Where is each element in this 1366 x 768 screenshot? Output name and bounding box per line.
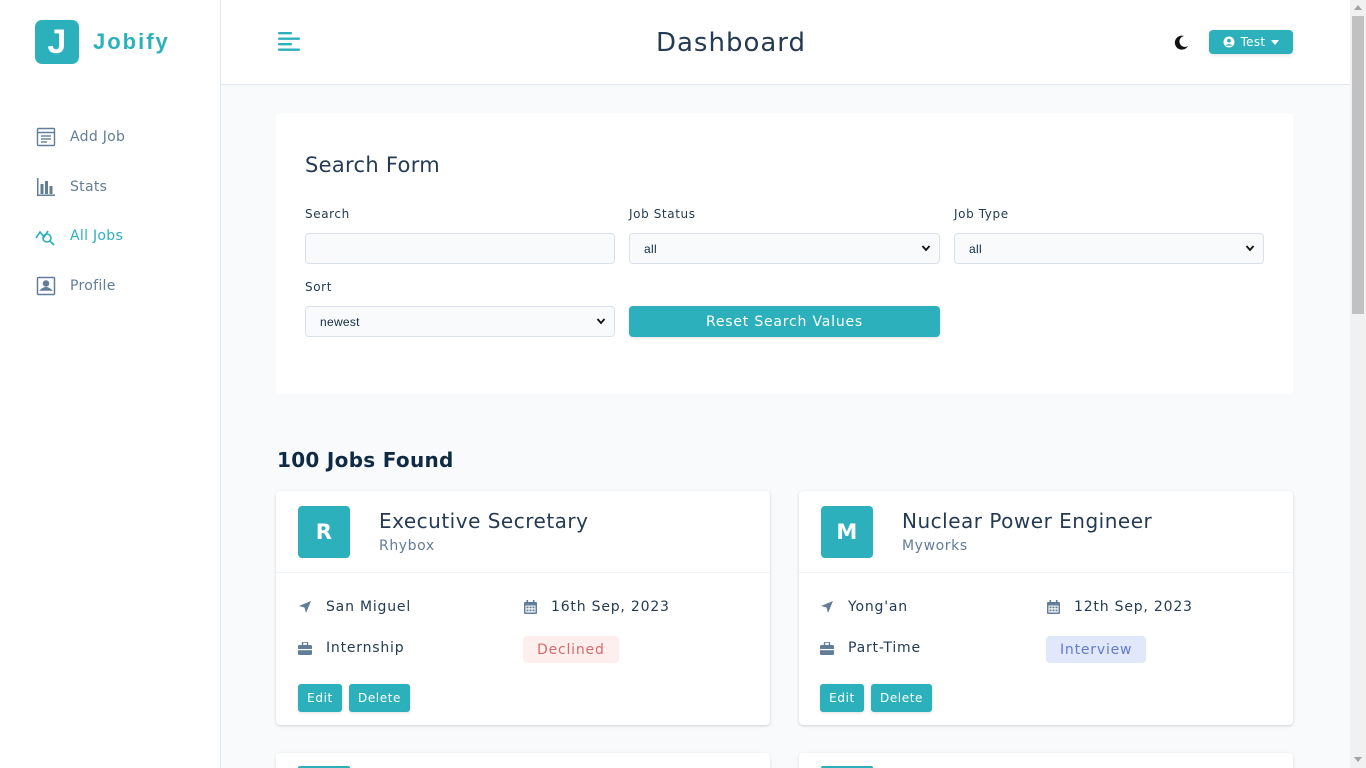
- all-jobs-icon: [35, 226, 56, 247]
- scroll-thumb[interactable]: [1352, 16, 1364, 314]
- job-date-text: 16th Sep, 2023: [551, 599, 670, 615]
- sort-value: newest: [320, 314, 360, 329]
- job-type: Internship: [298, 640, 404, 656]
- search-label: Search: [305, 207, 350, 221]
- sidebar-item-add-job[interactable]: Add Job: [35, 124, 125, 150]
- job-position: Executive Secretary: [379, 509, 589, 533]
- add-job-icon: [35, 127, 56, 148]
- job-position: Nuclear Power Engineer: [902, 509, 1153, 533]
- job-date: 16th Sep, 2023: [523, 599, 670, 615]
- job-type: Part-Time: [820, 640, 921, 656]
- sidebar-item-profile[interactable]: Profile: [35, 273, 125, 299]
- edit-button[interactable]: Edit: [820, 684, 864, 712]
- job-type-value: all: [969, 241, 982, 256]
- job-card: [799, 753, 1293, 768]
- location-arrow-icon: [298, 600, 312, 614]
- chevron-down-icon: [921, 245, 931, 252]
- job-type-text: Part-Time: [848, 640, 921, 656]
- job-type-label: Job Type: [954, 207, 1009, 221]
- job-card: R Executive Secretary Rhybox San Miguel …: [276, 491, 770, 725]
- job-location: Yong'an: [820, 599, 908, 615]
- sort-label: Sort: [305, 280, 332, 294]
- chevron-down-icon: [1245, 245, 1255, 252]
- status-badge: Interview: [1046, 636, 1147, 663]
- location-arrow-icon: [820, 600, 834, 614]
- delete-button[interactable]: Delete: [871, 684, 932, 712]
- sidebar-nav: Add Job Stats All Jobs Profile: [35, 124, 125, 322]
- user-name: Test: [1240, 35, 1266, 49]
- job-status-value: all: [644, 241, 657, 256]
- job-card-header: M Nuclear Power Engineer Myworks: [799, 491, 1293, 573]
- calendar-icon: [1046, 600, 1060, 614]
- edit-button[interactable]: Edit: [298, 684, 342, 712]
- search-form-title: Search Form: [305, 153, 441, 177]
- page-title: Dashboard: [655, 28, 807, 58]
- search-input[interactable]: [305, 233, 615, 264]
- caret-down-icon: [1271, 39, 1280, 45]
- logo-text: Jobify: [93, 29, 170, 54]
- user-circle-icon: [1223, 36, 1235, 48]
- sidebar-item-stats[interactable]: Stats: [35, 174, 125, 200]
- sort-select[interactable]: newest: [305, 306, 615, 337]
- job-company: Myworks: [902, 538, 968, 554]
- sidebar-item-label: Stats: [70, 178, 108, 195]
- status-badge: Declined: [523, 636, 619, 663]
- chevron-down-icon: [596, 318, 606, 325]
- job-date-text: 12th Sep, 2023: [1074, 599, 1193, 615]
- job-status-label: Job Status: [629, 207, 696, 221]
- company-avatar: R: [298, 506, 350, 558]
- sidebar: J Jobify Add Job Stats All Jobs Profile: [0, 0, 221, 768]
- sidebar-item-label: Profile: [70, 277, 116, 294]
- job-card-header: R Executive Secretary Rhybox: [276, 491, 770, 573]
- job-card: [276, 753, 770, 768]
- search-form: Search Form Search Job Status all Job Ty…: [276, 113, 1293, 394]
- calendar-icon: [523, 600, 537, 614]
- user-menu-button[interactable]: Test: [1209, 30, 1293, 54]
- sidebar-item-all-jobs[interactable]: All Jobs: [35, 223, 125, 249]
- job-type-select[interactable]: all: [954, 233, 1264, 264]
- moon-icon[interactable]: [1173, 33, 1191, 51]
- scroll-up-arrow-icon[interactable]: [1354, 5, 1362, 10]
- logo[interactable]: J Jobify: [35, 20, 170, 64]
- job-card: M Nuclear Power Engineer Myworks Yong'an…: [799, 491, 1293, 725]
- job-location-text: Yong'an: [848, 599, 908, 615]
- delete-button[interactable]: Delete: [349, 684, 410, 712]
- job-company: Rhybox: [379, 538, 435, 554]
- job-date: 12th Sep, 2023: [1046, 599, 1193, 615]
- sidebar-item-label: Add Job: [70, 129, 126, 145]
- top-navbar: Dashboard Test: [221, 0, 1350, 85]
- reset-search-button[interactable]: Reset Search Values: [629, 306, 940, 337]
- job-status-select[interactable]: all: [629, 233, 940, 264]
- job-location-text: San Miguel: [326, 599, 412, 615]
- logo-icon: J: [35, 20, 79, 64]
- jobs-count: 100 Jobs Found: [277, 448, 454, 472]
- company-avatar: M: [821, 506, 873, 558]
- scroll-down-arrow-icon[interactable]: [1354, 757, 1362, 762]
- scrollbar[interactable]: [1350, 0, 1366, 768]
- briefcase-icon: [298, 641, 312, 655]
- briefcase-icon: [820, 641, 834, 655]
- stats-icon: [35, 176, 56, 197]
- sidebar-item-label: All Jobs: [70, 228, 124, 244]
- job-type-text: Internship: [326, 640, 405, 656]
- job-location: San Miguel: [298, 599, 411, 615]
- profile-icon: [35, 275, 56, 296]
